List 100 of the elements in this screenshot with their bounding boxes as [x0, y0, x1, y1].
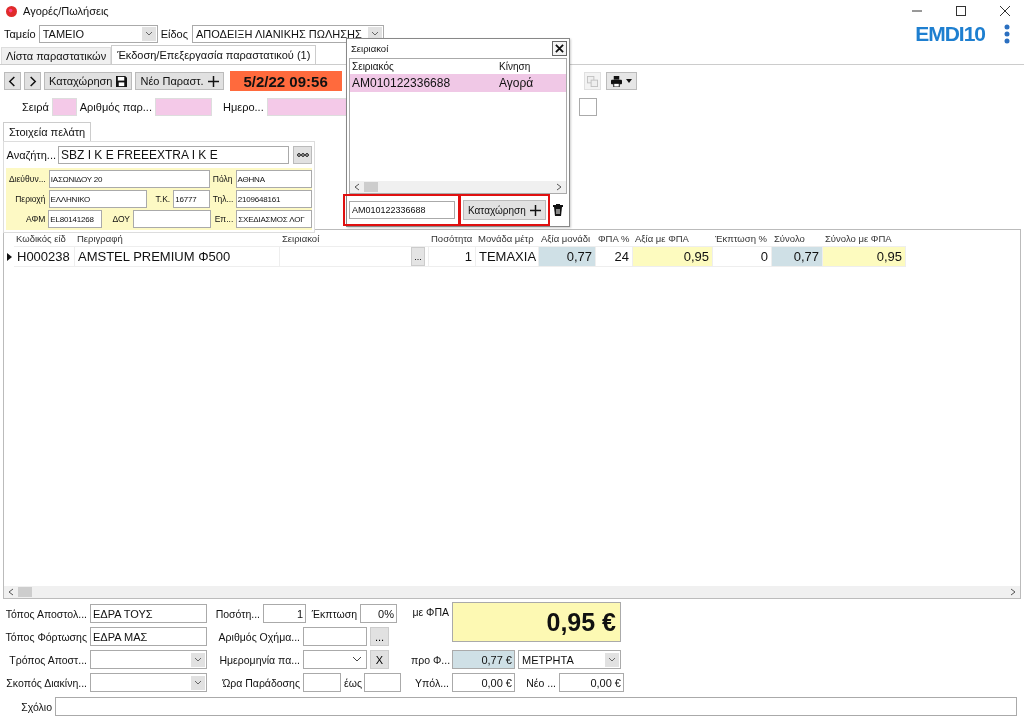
input-field[interactable]: 16777 — [173, 190, 210, 208]
dropdown[interactable]: ΑΠΟΔΕΙΞΗ ΛΙΑΝΙΚΗΣ ΠΩΛΗΣΗΣ — [192, 25, 384, 43]
input-field[interactable]: 0% — [360, 604, 397, 623]
dots-icon — [296, 153, 309, 157]
tab[interactable]: Στοιχεία πελάτη — [3, 122, 92, 141]
copy-icon — [586, 75, 598, 87]
input-field[interactable]: ΕΛΛΗΝΙΚΟ — [48, 190, 148, 208]
field-label: Ημερομηνία πα... — [218, 653, 300, 666]
comment-field[interactable] — [55, 697, 1017, 716]
input-field[interactable] — [133, 210, 211, 228]
field-label: Διεύθυν... — [8, 174, 46, 184]
date-picker[interactable] — [303, 650, 367, 669]
browse-button[interactable] — [293, 146, 312, 164]
table-cell: H000238 — [14, 247, 75, 267]
column-header[interactable]: Σειριακοί — [280, 230, 429, 247]
table-cell: 0,95 — [823, 247, 906, 267]
caret-icon — [625, 79, 632, 83]
input-field[interactable]: ΑΘΗΝΑ — [235, 170, 312, 188]
column-header[interactable]: Περιγραφή — [75, 230, 280, 247]
close-button[interactable] — [552, 40, 567, 56]
input-field[interactable]: 1 — [263, 604, 306, 623]
table-cell: 0,77 — [539, 247, 596, 267]
field-label: Τ.Κ. — [154, 194, 171, 204]
field-label: Τηλ... — [212, 194, 233, 204]
column-header[interactable]: Έκπτωση % — [713, 230, 772, 247]
dropdown[interactable]: ΜΕΤΡΗΤΑ — [518, 650, 621, 669]
column-header[interactable]: Κωδικός είδ — [14, 230, 75, 247]
field-label: Σειρά — [22, 101, 49, 113]
field-label: ΑΦΜ — [25, 214, 46, 224]
maximize-icon[interactable] — [956, 6, 966, 16]
field-label: Σκοπός Διακίνη... — [5, 676, 87, 689]
tab[interactable]: Λίστα παραστατικών — [1, 47, 112, 64]
table-cell: 1 — [429, 247, 476, 267]
input-field[interactable]: ΣΧΕΔΙΑΣΜΟΣ ΛΟΓ — [236, 210, 312, 228]
save-button[interactable]: Καταχώρηση — [44, 72, 133, 90]
list-row[interactable]: AM010122336688 Αγορά — [350, 73, 566, 92]
new-document-button[interactable]: Νέο Παραστ. — [135, 72, 224, 90]
column-header[interactable]: Μονάδα μέτρ — [476, 230, 539, 247]
plus-icon — [207, 75, 219, 87]
input-field[interactable]: EL80141268 — [48, 210, 103, 228]
add-button[interactable]: Καταχώρηση — [463, 200, 546, 220]
scroll-thumb[interactable] — [364, 182, 378, 192]
serial-input[interactable]: AM010122336688 — [349, 201, 455, 219]
input-field[interactable] — [578, 98, 597, 116]
input-field[interactable]: ΕΔΡΑ ΤΟΥΣ — [90, 604, 207, 623]
input-field[interactable] — [303, 627, 367, 646]
clear-button[interactable]: X — [370, 650, 389, 669]
search-field[interactable]: SBZ I K E FREEEXTRA I K E — [58, 146, 289, 164]
input-field[interactable]: 0,77 € — [452, 650, 515, 669]
field-label: Επ... — [213, 214, 234, 224]
dropdown[interactable]: ΤΑΜΕΙΟ — [38, 25, 158, 43]
column-header[interactable]: Σειριακός — [350, 60, 497, 72]
dropdown[interactable] — [90, 650, 207, 669]
print-icon — [610, 75, 622, 87]
close-icon[interactable] — [1000, 6, 1010, 16]
horizontal-scrollbar[interactable] — [4, 586, 1020, 598]
column-header[interactable]: Ποσότητα — [429, 230, 476, 247]
field-label: Τόπος Αποστολ... — [4, 607, 87, 620]
input-field[interactable]: ΙΑΣΩΝΙΔΟΥ 20 — [48, 170, 210, 188]
close-icon — [555, 43, 564, 53]
input-field[interactable] — [364, 673, 401, 692]
field-label: Ώρα Παράδοσης — [221, 676, 300, 689]
field-label: προ Φ... — [411, 653, 449, 666]
table-cell: 0,95 — [633, 247, 713, 267]
scroll-right-icon[interactable] — [1010, 588, 1016, 596]
field-label: Νέο ... — [525, 676, 556, 689]
ellipsis-button[interactable]: ... — [370, 627, 389, 646]
total-display: 0,95 € — [452, 602, 621, 642]
scroll-right-icon[interactable] — [556, 183, 562, 191]
previous-button[interactable] — [4, 72, 21, 90]
scroll-thumb[interactable] — [18, 587, 32, 597]
input-field[interactable]: 2109648161 — [235, 190, 312, 208]
save-icon — [116, 75, 128, 87]
horizontal-scrollbar[interactable] — [350, 181, 566, 193]
input-field[interactable]: 0,00 € — [559, 673, 624, 692]
input-field[interactable] — [303, 673, 341, 692]
field-label: έως — [344, 676, 361, 689]
field-label: Σχόλιο — [20, 700, 52, 713]
more-icon[interactable] — [1004, 24, 1010, 44]
dropdown[interactable] — [90, 673, 207, 692]
column-header[interactable]: ΦΠΑ % — [596, 230, 633, 247]
scroll-left-icon[interactable] — [354, 183, 360, 191]
field-label: ΔΟΥ — [111, 214, 130, 224]
next-button[interactable] — [24, 72, 41, 90]
table-cell: 0,77 — [772, 247, 823, 267]
app-icon — [6, 5, 17, 17]
ellipsis-button[interactable]: ... — [411, 247, 425, 266]
field-label: Ποσότη... — [214, 607, 260, 620]
column-header[interactable]: Κίνηση — [497, 60, 565, 72]
chevron-down-icon — [605, 652, 619, 667]
scroll-left-icon[interactable] — [8, 588, 14, 596]
input-field[interactable]: 0,00 € — [452, 673, 515, 692]
tab[interactable]: Έκδοση/Επεξεργασία παραστατικού (1) — [111, 45, 317, 64]
field-label: Αναζήτη... — [6, 149, 56, 161]
field-label: Ημερο... — [222, 101, 264, 113]
field-label: με ΦΠΑ — [411, 605, 449, 620]
trash-icon[interactable] — [553, 204, 563, 216]
print-button[interactable] — [605, 72, 637, 90]
input-field[interactable]: ΕΔΡΑ ΜΑΣ — [90, 627, 207, 646]
app-logo: EMDI10 — [915, 22, 985, 46]
